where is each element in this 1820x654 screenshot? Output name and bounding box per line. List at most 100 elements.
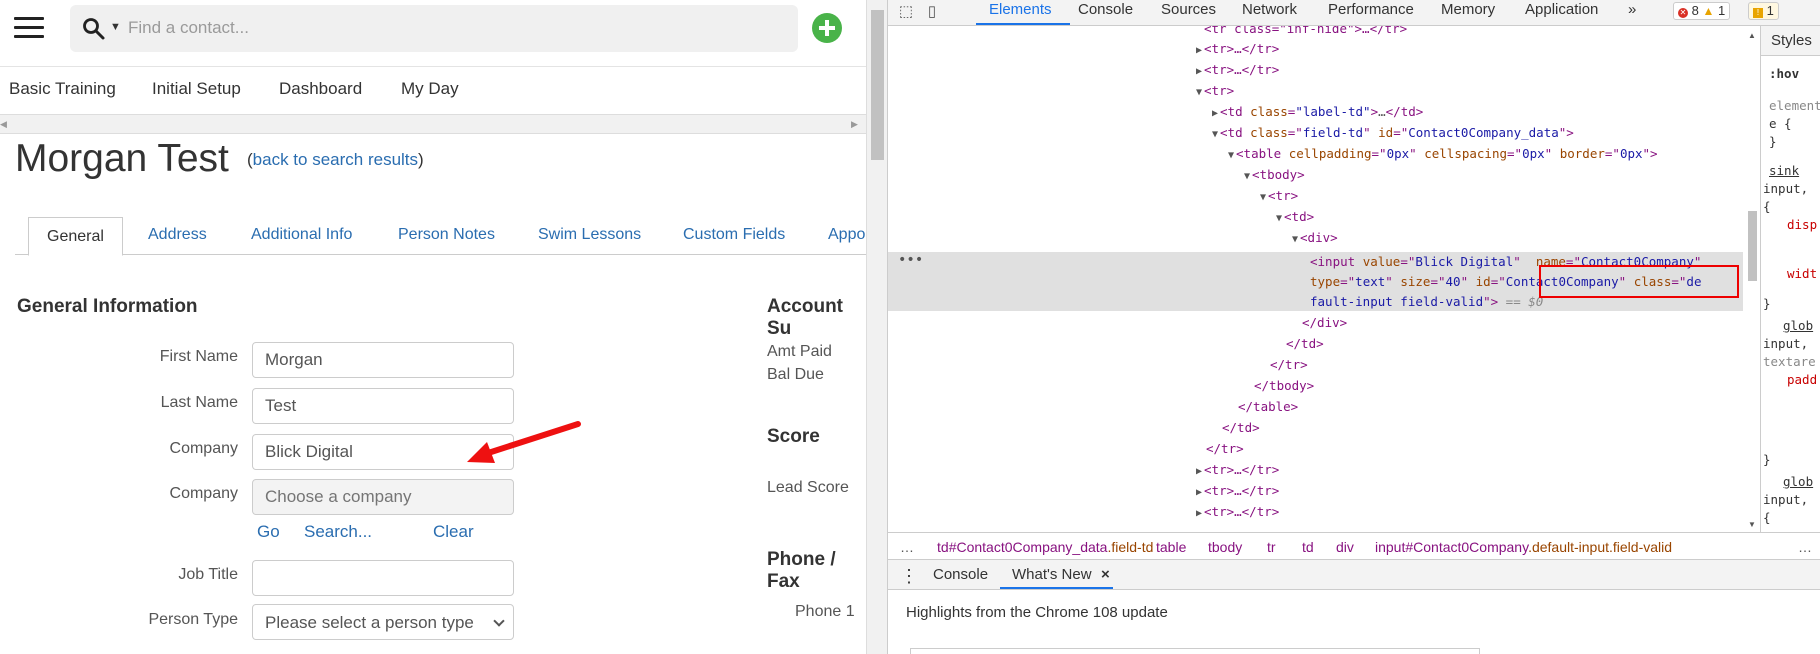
tab-custom-fields[interactable]: Custom Fields	[683, 226, 785, 244]
drawer-tab-console[interactable]: Console	[933, 566, 988, 583]
tab-swim-lessons[interactable]: Swim Lessons	[538, 226, 641, 244]
company-search-link[interactable]: Search...	[304, 522, 372, 542]
scroll-up-icon[interactable]: ▲	[1748, 31, 1756, 40]
contact-search[interactable]: ▼	[70, 5, 798, 52]
tab-performance[interactable]: Performance	[1328, 1, 1414, 18]
breadcrumb-div[interactable]: div	[1336, 539, 1354, 555]
hov-toggle[interactable]: :hov	[1769, 66, 1799, 81]
breadcrumb-tbody[interactable]: tbody	[1208, 539, 1242, 555]
search-dropdown-caret-icon[interactable]: ▼	[110, 21, 121, 33]
dom-line[interactable]: ▼ <div>	[1292, 228, 1338, 248]
app-vertical-scrollbar[interactable]	[866, 0, 887, 654]
nav-initial-setup[interactable]: Initial Setup	[152, 79, 241, 99]
scroll-left-icon[interactable]: ◀	[0, 119, 7, 130]
dom-line-selected[interactable]: fault-input field-valid"> == $0	[1310, 292, 1543, 312]
scroll-right-icon[interactable]: ▶	[851, 119, 858, 130]
expand-icon[interactable]: ▶	[1196, 487, 1202, 498]
breadcrumb-tr[interactable]: tr	[1267, 539, 1276, 555]
dom-line[interactable]: ▼ <tr>	[1196, 81, 1234, 101]
collapse-icon[interactable]: ▼	[1244, 171, 1250, 182]
scroll-thumb[interactable]	[1748, 211, 1757, 281]
dom-line[interactable]: ▶ <td class="label-td">…</td>	[1212, 102, 1423, 122]
collapse-icon[interactable]: ▼	[1196, 87, 1202, 98]
dom-line-top[interactable]: <tr class="inf-hide">…</tr>	[1204, 26, 1407, 39]
dom-line[interactable]: ▶ <tr>…</tr>	[1196, 39, 1279, 59]
nav-my-day[interactable]: My Day	[401, 79, 459, 99]
tab-sources[interactable]: Sources	[1161, 1, 1216, 18]
tab-person-notes[interactable]: Person Notes	[398, 226, 495, 244]
back-to-search-link[interactable]: back to search results	[253, 150, 418, 169]
search-input[interactable]	[128, 13, 778, 43]
dom-line[interactable]: ▼ <tr>	[1260, 186, 1298, 206]
style-line[interactable]: glob	[1783, 318, 1813, 333]
node-more-icon[interactable]: •••	[898, 252, 923, 268]
issues-badge[interactable]: ! 1	[1748, 2, 1779, 20]
tab-network[interactable]: Network	[1242, 1, 1297, 18]
style-line[interactable]: sink	[1769, 163, 1799, 178]
inspect-element-icon[interactable]: ⬚	[896, 2, 916, 22]
add-icon[interactable]	[812, 13, 842, 43]
expand-icon[interactable]: ▶	[1196, 466, 1202, 477]
collapse-icon[interactable]: ▼	[1212, 129, 1218, 140]
expand-icon[interactable]: ▶	[1212, 108, 1218, 119]
dom-line[interactable]: </div>	[1302, 313, 1347, 333]
company-picker-field[interactable]	[252, 479, 514, 515]
breadcrumb-end[interactable]: …	[1798, 539, 1812, 555]
horizontal-scrollbar[interactable]: ◀ ▶	[0, 114, 866, 134]
close-icon[interactable]: ×	[1101, 566, 1110, 583]
tab-additional-info[interactable]: Additional Info	[251, 226, 352, 244]
nav-basic-training[interactable]: Basic Training	[9, 79, 116, 99]
scroll-down-icon[interactable]: ▼	[1748, 520, 1756, 529]
drawer-menu-icon[interactable]: ⋮	[900, 566, 918, 587]
search-icon[interactable]	[82, 17, 106, 41]
expand-icon[interactable]: ▶	[1196, 508, 1202, 519]
dom-line[interactable]: ▶ <tr>…</tr>	[1196, 60, 1279, 80]
breadcrumb-table[interactable]: table	[1156, 539, 1186, 555]
dom-line[interactable]: ▼ <td class="field-td" id="Contact0Compan…	[1212, 123, 1574, 143]
company-go-link[interactable]: Go	[257, 522, 280, 542]
company-clear-link[interactable]: Clear	[433, 522, 474, 542]
nav-dashboard[interactable]: Dashboard	[279, 79, 362, 99]
dom-line[interactable]: </td>	[1286, 334, 1324, 354]
dom-line[interactable]: </table>	[1238, 397, 1298, 417]
dom-line[interactable]: </td>	[1222, 418, 1260, 438]
breadcrumb-input[interactable]: input#Contact0Company.default-input.fiel…	[1375, 539, 1672, 555]
tab-elements[interactable]: Elements	[989, 1, 1052, 18]
scroll-thumb[interactable]	[871, 10, 884, 160]
elements-tree[interactable]: ••• <tr class="inf-hide">…</tr> ▶ <tr>…</…	[888, 26, 1760, 532]
first-name-field[interactable]	[252, 342, 514, 378]
error-warning-badge[interactable]: ✕ 8 ▲ 1	[1673, 2, 1731, 20]
tab-application[interactable]: Application	[1525, 1, 1598, 18]
collapse-icon[interactable]: ▼	[1292, 234, 1298, 245]
dom-line[interactable]: </tr>	[1270, 355, 1308, 375]
job-title-field[interactable]	[252, 560, 514, 596]
styles-tab[interactable]: Styles	[1760, 26, 1820, 56]
breadcrumb-td2[interactable]: td	[1302, 539, 1314, 555]
dom-line[interactable]: ▼ <td>	[1276, 207, 1314, 227]
drawer-tab-whats-new[interactable]: What's New	[1012, 566, 1092, 583]
dom-line[interactable]: ▼ <table cellpadding="0px" cellspacing="0…	[1228, 144, 1658, 164]
expand-icon[interactable]: ▶	[1196, 45, 1202, 56]
tab-memory[interactable]: Memory	[1441, 1, 1495, 18]
breadcrumb-more[interactable]: …	[900, 539, 914, 555]
person-type-select[interactable]: Please select a person type	[252, 604, 514, 640]
dom-line[interactable]: ▶ <tr>…</tr>	[1196, 481, 1279, 501]
more-tabs-icon[interactable]: »	[1628, 1, 1636, 18]
elements-scrollbar[interactable]: ▲ ▼	[1745, 26, 1760, 532]
dom-line[interactable]: </tr>	[1206, 439, 1244, 459]
breadcrumb-td[interactable]: td#Contact0Company_data.field-td	[937, 539, 1153, 555]
tab-console[interactable]: Console	[1078, 1, 1133, 18]
dom-line[interactable]: ▶ <tr>…</tr>	[1196, 460, 1279, 480]
collapse-icon[interactable]: ▼	[1260, 192, 1266, 203]
last-name-field[interactable]	[252, 388, 514, 424]
collapse-icon[interactable]: ▼	[1228, 150, 1234, 161]
expand-icon[interactable]: ▶	[1196, 66, 1202, 77]
tab-general[interactable]: General	[28, 217, 123, 256]
dom-line[interactable]: </tbody>	[1254, 376, 1314, 396]
style-line[interactable]: glob	[1783, 474, 1813, 489]
dom-line[interactable]: ▶ <tr>…</tr>	[1196, 502, 1279, 522]
styles-pane[interactable]: :hov element e { } sink input, { disp wi…	[1760, 26, 1820, 532]
device-toolbar-icon[interactable]: ▯	[922, 2, 942, 22]
dom-line[interactable]: ▼ <tbody>	[1244, 165, 1305, 185]
menu-icon[interactable]	[14, 17, 44, 39]
